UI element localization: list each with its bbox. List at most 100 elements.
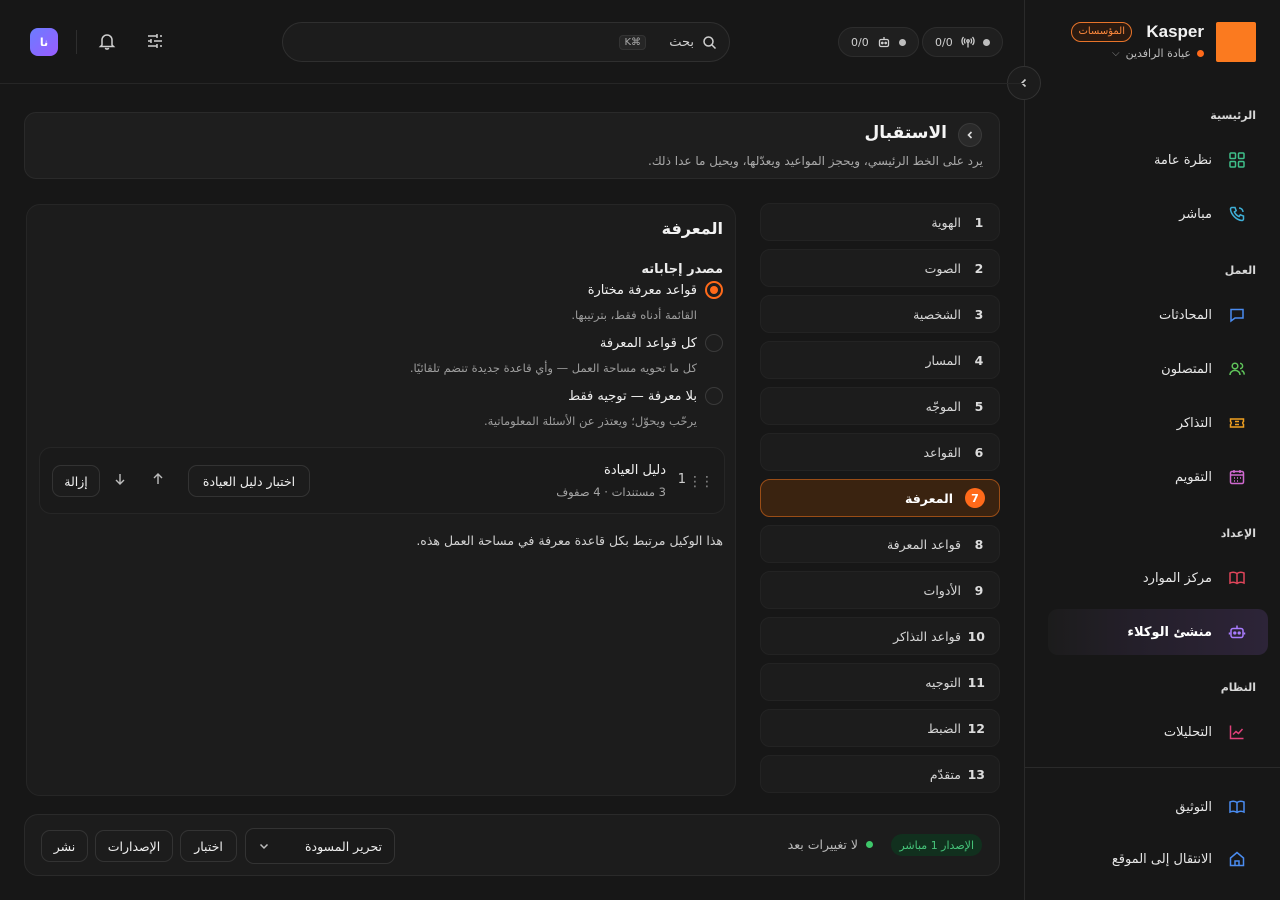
sidebar-item-label: منشئ الوكلاء	[1127, 624, 1212, 640]
back-button[interactable]	[958, 123, 982, 147]
agents-counter[interactable]: 0/0	[838, 27, 919, 57]
grid-icon	[1229, 152, 1245, 168]
step-ticket-rules[interactable]: 10 قواعد التذاكر	[760, 617, 1000, 655]
test-button[interactable]: اختبار	[180, 830, 237, 862]
step-label: الهوية	[931, 214, 961, 230]
radio-no-knowledge[interactable]: بلا معرفة — توجيه فقط	[568, 387, 723, 405]
step-label: متقدّم	[929, 766, 961, 782]
sidebar-item-label: مركز الموارد	[1142, 570, 1212, 586]
sidebar-item-conversations[interactable]: المحادثات	[1048, 292, 1268, 338]
chart-icon	[1229, 725, 1244, 740]
step-identity[interactable]: 1 الهوية	[760, 203, 1000, 241]
plan-badge: المؤسسات	[1071, 22, 1132, 42]
radio-all-kbs[interactable]: كل قواعد المعرفة	[600, 334, 723, 352]
bottom-bar: الإصدار 1 مباشر لا تغييرات بعد تحرير الم…	[24, 814, 1000, 876]
sidebar-item-label: التوثيق	[1175, 799, 1212, 815]
home-icon	[1229, 851, 1245, 867]
step-knowledge[interactable]: 7 المعرفة	[760, 479, 1000, 517]
step-flow[interactable]: 4 المسار	[760, 341, 1000, 379]
sidebar-item-go-to-site[interactable]: الانتقال إلى الموقع	[1048, 836, 1268, 882]
chevron-down-icon	[259, 843, 269, 850]
step-number: 9	[974, 582, 984, 598]
radio-description: كل ما تحويه مساحة العمل — وأي قاعدة جديد…	[409, 361, 697, 375]
brand-logo[interactable]	[1216, 22, 1256, 62]
section-label-setup: الإعداد	[1220, 527, 1256, 540]
sidebar-item-callers[interactable]: المتصلون	[1048, 346, 1268, 392]
search-bar[interactable]: ⌘K	[282, 22, 730, 62]
workspace-name: عيادة الرافدين	[1125, 47, 1191, 60]
change-status: لا تغييرات بعد	[788, 837, 873, 852]
page-subtitle: يرد على الخط الرئيسي، ويحجز المواعيد ويع…	[648, 154, 983, 168]
workspace-status-dot	[1197, 50, 1204, 57]
step-number: 2	[974, 260, 984, 276]
step-knowledge-bases[interactable]: 8 قواعد المعرفة	[760, 525, 1000, 563]
chevron-left-icon	[967, 131, 973, 139]
sidebar-item-docs[interactable]: التوثيق	[1048, 784, 1268, 830]
step-prompt[interactable]: 5 الموجّه	[760, 387, 1000, 425]
step-label: المسار	[925, 352, 961, 368]
step-label: الشخصية	[913, 306, 961, 322]
radio-label: قواعد معرفة مختارة	[587, 282, 697, 298]
users-icon	[1229, 362, 1245, 376]
workspace-switcher[interactable]: عيادة الرافدين ⌵	[1112, 47, 1204, 60]
topbar-divider	[0, 83, 1024, 84]
step-label: الأدوات	[923, 582, 961, 598]
step-number: 4	[974, 352, 984, 368]
remove-kb-button[interactable]: إزالة	[52, 465, 100, 497]
sidebar: Kasper المؤسسات عيادة الرافدين ⌵ الرئيسي…	[1024, 0, 1280, 900]
search-input[interactable]	[654, 34, 694, 50]
step-voice[interactable]: 2 الصوت	[760, 249, 1000, 287]
step-label: قواعد المعرفة	[886, 536, 961, 552]
panel-title: المعرفة	[661, 219, 723, 238]
avatar[interactable]: نا	[30, 28, 58, 56]
agents-counter-value: 0/0	[851, 35, 869, 49]
step-number: 3	[974, 306, 984, 322]
kb-meta: 3 مستندات · 4 صفوف	[556, 485, 666, 499]
sidebar-item-analytics[interactable]: التحليلات	[1048, 709, 1268, 755]
versions-button[interactable]: الإصدارات	[95, 830, 173, 862]
step-label: الموجّه	[925, 398, 961, 414]
draft-select-value: تحرير المسودة	[304, 838, 382, 854]
sidebar-item-tickets[interactable]: التذاكر	[1048, 400, 1268, 446]
sidebar-item-label: التحليلات	[1163, 724, 1212, 740]
sliders-icon[interactable]	[145, 31, 165, 51]
step-tuning[interactable]: 12 الضبط	[760, 709, 1000, 747]
move-up-icon[interactable]	[152, 472, 164, 486]
draft-select[interactable]: تحرير المسودة	[245, 828, 395, 864]
status-dot	[898, 38, 906, 46]
drag-handle-icon[interactable]: ⋮⋮	[688, 474, 714, 490]
step-label: الصوت	[924, 260, 961, 276]
sidebar-item-calendar[interactable]: التقويم	[1048, 454, 1268, 500]
publish-button[interactable]: نشر	[41, 830, 88, 862]
test-kb-button[interactable]: اختبار دليل العيادة	[188, 465, 310, 497]
calls-counter[interactable]: 0/0	[922, 27, 1003, 57]
sidebar-item-overview[interactable]: نظرة عامة	[1048, 137, 1268, 183]
knowledge-base-row: ⋮⋮ 1 دليل العيادة 3 مستندات · 4 صفوف اخت…	[39, 447, 725, 514]
chat-icon	[1230, 308, 1244, 323]
step-routing[interactable]: 11 التوجيه	[760, 663, 1000, 701]
sidebar-item-agent-builder[interactable]: منشئ الوكلاء	[1048, 609, 1268, 655]
step-number: 5	[974, 398, 984, 414]
sidebar-item-resources[interactable]: مركز الموارد	[1048, 555, 1268, 601]
change-status-text: لا تغييرات بعد	[787, 837, 858, 852]
ticket-icon	[1229, 418, 1245, 428]
knowledge-panel: المعرفة مصدر إجاباته قواعد معرفة مختارة …	[26, 204, 736, 796]
step-tools[interactable]: 9 الأدوات	[760, 571, 1000, 609]
step-number: 11	[967, 674, 985, 690]
move-down-icon[interactable]	[114, 472, 126, 486]
sidebar-item-live[interactable]: مباشر	[1048, 191, 1268, 237]
kb-index: 1	[677, 472, 686, 487]
calls-counter-value: 0/0	[935, 35, 953, 49]
radio-label: بلا معرفة — توجيه فقط	[568, 388, 697, 404]
radio-description: يرحّب ويحوّل؛ ويعتذر عن الأسئلة المعلوما…	[484, 414, 697, 428]
step-number: 1	[974, 214, 984, 230]
radio-selected-kbs[interactable]: قواعد معرفة مختارة	[588, 281, 723, 299]
page-title: الاستقبال	[864, 123, 947, 143]
step-number: 7	[965, 488, 985, 508]
step-advanced[interactable]: 13 متقدّم	[760, 755, 1000, 793]
step-rules[interactable]: 6 القواعد	[760, 433, 1000, 471]
linked-note: هذا الوكيل مرتبط بكل قاعدة معرفة في مساح…	[416, 533, 723, 548]
bell-icon[interactable]	[97, 31, 117, 51]
step-persona[interactable]: 3 الشخصية	[760, 295, 1000, 333]
sidebar-item-label: نظرة عامة	[1153, 152, 1212, 168]
